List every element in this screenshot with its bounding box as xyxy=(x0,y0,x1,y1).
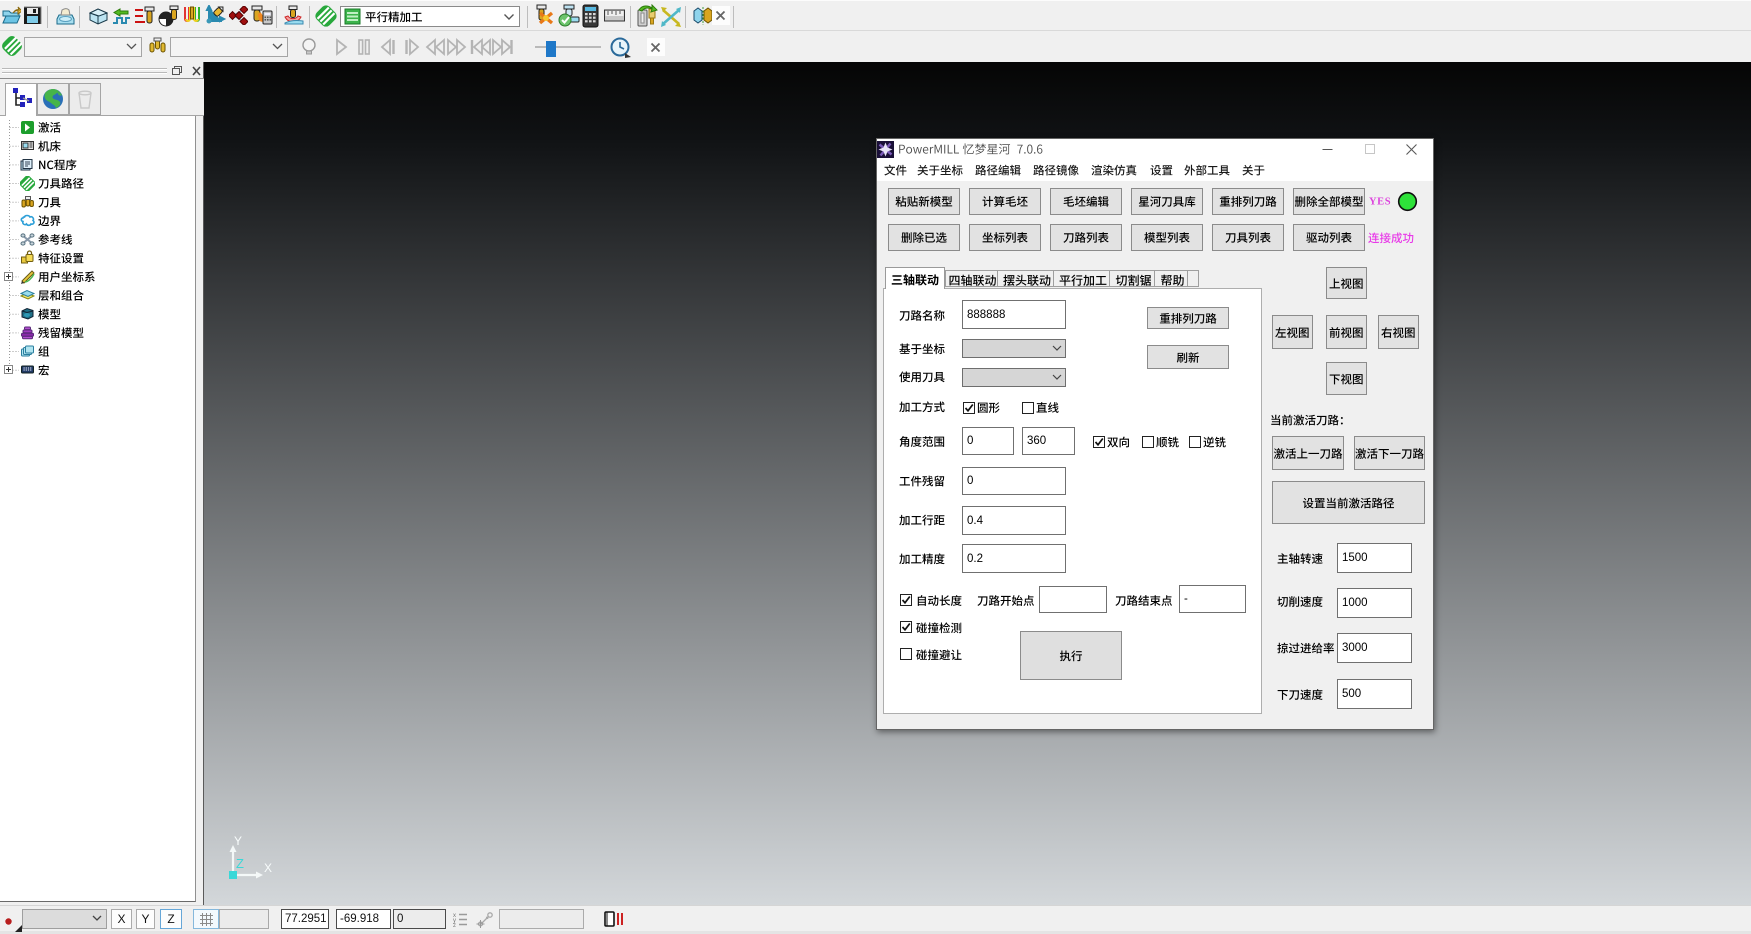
svg-text:YES: YES xyxy=(1369,197,1391,208)
